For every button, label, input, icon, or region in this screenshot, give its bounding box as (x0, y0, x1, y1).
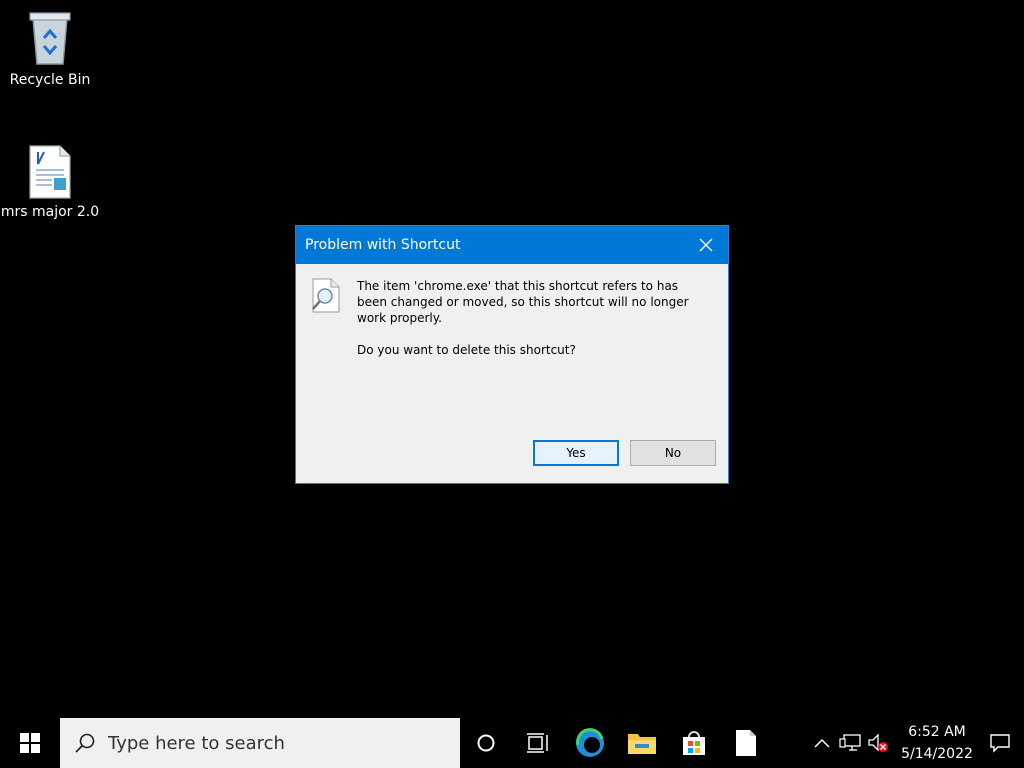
task-view-icon (527, 733, 548, 753)
problem-with-shortcut-dialog: Problem with Shortcut The item 'chrome.e… (295, 225, 729, 484)
message-text: The item 'chrome.exe' that this shortcut… (357, 279, 689, 325)
magnifier-document-icon (312, 278, 340, 313)
recycle-bin-label: Recycle Bin (9, 72, 91, 88)
yes-button[interactable]: Yes (533, 440, 619, 466)
mrs-major-label: mrs major 2.0 (0, 204, 100, 220)
close-icon (699, 238, 713, 252)
store-button[interactable] (668, 718, 720, 768)
volume-muted-icon (868, 733, 888, 752)
search-icon (75, 733, 95, 753)
recycle-bin-icon (29, 12, 71, 65)
start-button[interactable] (0, 718, 60, 768)
chevron-up-icon (814, 738, 830, 748)
search-placeholder: Type here to search (108, 732, 285, 754)
show-hidden-icons-button[interactable] (808, 718, 836, 768)
close-button[interactable] (684, 226, 728, 264)
dialog-title: Problem with Shortcut (305, 237, 461, 253)
document-icon (29, 145, 71, 199)
clock[interactable]: 6:52 AM 5/14/2022 (898, 721, 976, 765)
file-explorer-button[interactable] (616, 718, 668, 768)
store-icon (683, 731, 705, 755)
clock-date: 5/14/2022 (901, 746, 973, 762)
dialog-message: The item 'chrome.exe' that this shortcut… (357, 278, 707, 374)
taskbar: Type here to search 6:52 AM 5/14/2022 (0, 718, 1024, 768)
notification-icon (990, 734, 1010, 753)
action-center-button[interactable] (976, 718, 1024, 768)
cortana-icon (477, 734, 495, 752)
edge-button[interactable] (564, 718, 616, 768)
network-icon (839, 734, 861, 751)
desktop-icon-recycle-bin[interactable]: Recycle Bin (0, 8, 100, 88)
task-view-button[interactable] (512, 718, 564, 768)
question-text: Do you want to delete this shortcut? (357, 343, 576, 357)
dialog-body: The item 'chrome.exe' that this shortcut… (296, 264, 728, 483)
system-tray: 6:52 AM 5/14/2022 (808, 718, 1024, 768)
clock-time: 6:52 AM (908, 724, 966, 740)
document-icon (736, 730, 756, 756)
volume-button[interactable] (864, 718, 892, 768)
taskbar-search-box[interactable]: Type here to search (60, 718, 460, 768)
file-explorer-icon (628, 734, 656, 754)
desktop-icon-mrs-major[interactable]: mrs major 2.0 (0, 144, 100, 220)
no-button[interactable]: No (630, 440, 716, 466)
windows-logo-icon (20, 733, 40, 753)
edge-icon (576, 728, 604, 757)
dialog-titlebar[interactable]: Problem with Shortcut (296, 226, 728, 264)
network-button[interactable] (836, 718, 864, 768)
cortana-button[interactable] (460, 718, 512, 768)
document-taskbar-button[interactable] (720, 718, 772, 768)
